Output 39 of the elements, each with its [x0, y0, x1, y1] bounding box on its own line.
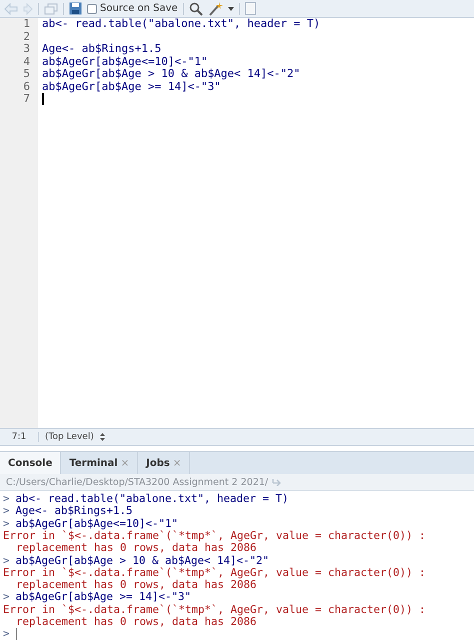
panel-tab[interactable]: Console — [0, 452, 62, 474]
error-message: Error in `$<-.data.frame`(`*tmp*`, AgeGr, value = character(0)) : — [3, 528, 426, 542]
scope-selector[interactable]: (Top Level) — [45, 432, 94, 442]
line-number: 1 — [22, 18, 30, 30]
caret-icon[interactable] — [228, 6, 234, 10]
prompt-symbol: > — [3, 554, 10, 567]
prompt-symbol: > — [3, 627, 10, 640]
source-on-save-checkbox[interactable]: Source on Save — [87, 3, 178, 14]
line-number: 5 — [22, 68, 30, 80]
console-command: Age<- ab$Rings+1.5 — [16, 504, 133, 518]
prompt-symbol: > — [3, 590, 10, 604]
line-number: 3 — [22, 43, 30, 56]
magic-wand-icon[interactable] — [208, 2, 223, 16]
prompt-symbol: > — [3, 516, 10, 530]
cursor-position: 7:1 — [0, 432, 39, 442]
error-message: Error in `$<-.data.frame`(`*tmp*`, AgeGr, value = character(0)) : — [3, 602, 426, 616]
error-message: replacement has 0 rows, data has 2086 — [15, 615, 257, 628]
line-number: 7 — [22, 93, 30, 106]
code-line: ab$AgeGr[ab$Age > 10 & ab$Age< 14]<-"2" — [42, 68, 300, 80]
search-icon[interactable] — [188, 2, 203, 16]
up-down-caret-icon[interactable] — [100, 433, 105, 442]
console-command: ab$AgeGr[ab$Age >= 14]<-"3" — [16, 590, 192, 604]
save-icon[interactable] — [69, 2, 82, 15]
code-line: Age<- ab$Rings+1.5 — [42, 43, 162, 56]
line-number: 4 — [22, 56, 30, 68]
error-message: replacement has 0 rows, data has 2086 — [15, 541, 257, 554]
code-line: ab<- read.table("abalone.txt", header = T) — [42, 18, 320, 30]
line-number: 2 — [22, 30, 30, 43]
error-message: Error in `$<-.data.frame`(`*tmp*`, AgeGr, value = character(0)) : — [3, 566, 426, 579]
console-command: ab<- read.table("abalone.txt", header = T) — [16, 492, 289, 506]
code-line: ab$AgeGr[ab$Age<=10]<-"1" — [42, 56, 208, 68]
prompt-symbol: > — [3, 504, 10, 518]
error-message: replacement has 0 rows, data has 2086 — [15, 578, 257, 592]
prompt-symbol: > — [3, 492, 10, 506]
line-number: 6 — [22, 80, 30, 93]
console-command: ab$AgeGr[ab$Age > 10 & ab$Age< 14]<-"2" — [16, 554, 270, 567]
code-line: ab$AgeGr[ab$Age >= 14]<-"3" — [42, 80, 221, 93]
console-command: ab$AgeGr[ab$Age<=10]<-"1" — [16, 516, 178, 530]
working-directory: C:/Users/Charlie/Desktop/STA3200 Assignment 2 2021/ — [6, 476, 268, 488]
